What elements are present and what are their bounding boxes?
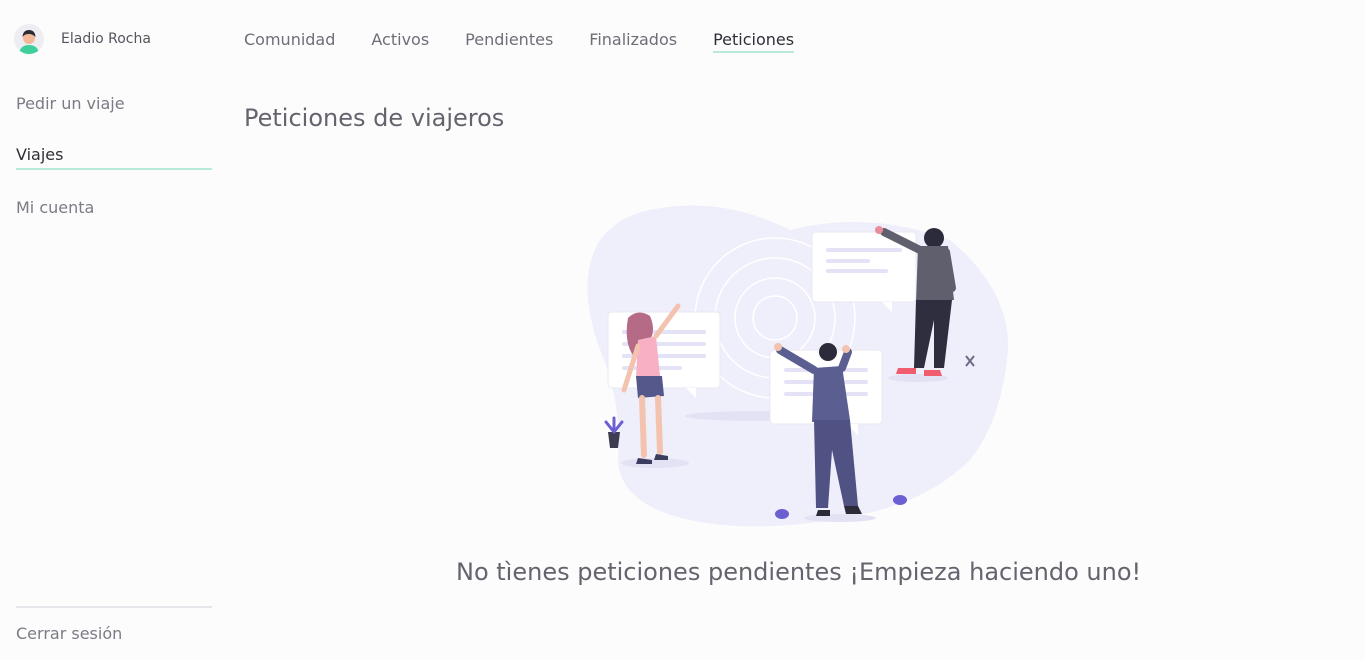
user-avatar-icon <box>14 24 44 54</box>
empty-state-message: No tìenes peticiones pendientes ¡Empieza… <box>456 558 1142 586</box>
trips-tabs: Comunidad Activos Pendientes Finalizados… <box>244 30 830 53</box>
logout-link[interactable]: Cerrar sesión <box>16 624 212 647</box>
tab-peticiones[interactable]: Peticiones <box>713 30 795 53</box>
sidebar-item-viajes[interactable]: Viajes <box>16 145 212 170</box>
sidebar-item-mi-cuenta[interactable]: Mi cuenta <box>16 198 212 221</box>
user-profile[interactable]: Eladio Rocha <box>14 24 151 54</box>
user-name: Eladio Rocha <box>61 31 151 47</box>
tab-comunidad[interactable]: Comunidad <box>244 30 335 53</box>
sidebar-divider <box>16 606 212 608</box>
sidebar: Eladio Rocha Pedir un viaje Viajes Mi cu… <box>0 0 228 660</box>
people-chat-illustration <box>580 200 1020 534</box>
tab-finalizados[interactable]: Finalizados <box>589 30 677 53</box>
tab-activos[interactable]: Activos <box>371 30 429 53</box>
sidebar-item-pedir-viaje[interactable]: Pedir un viaje <box>16 94 212 117</box>
page-title: Peticiones de viajeros <box>244 104 505 132</box>
tab-pendientes[interactable]: Pendientes <box>465 30 553 53</box>
